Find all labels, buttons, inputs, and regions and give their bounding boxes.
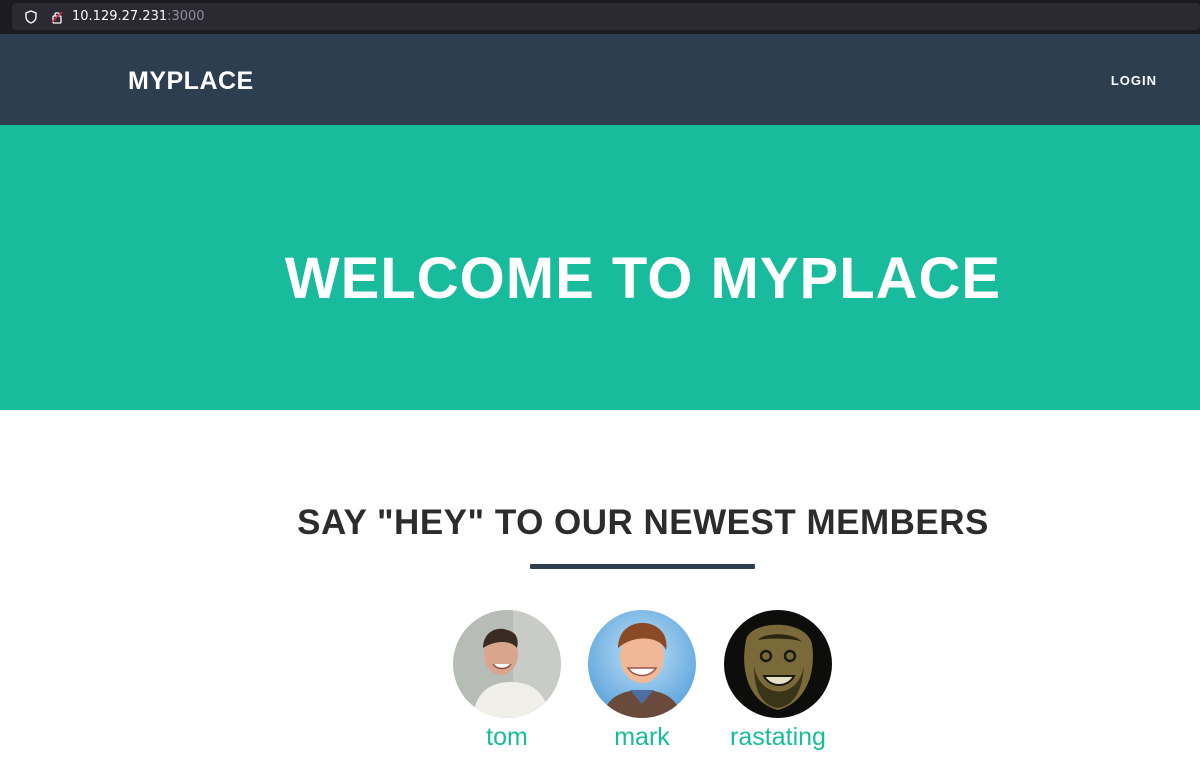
url-port: :3000	[167, 9, 205, 24]
login-link[interactable]: LOGIN	[1111, 73, 1157, 89]
members-section-title: SAY "HEY" TO OUR NEWEST MEMBERS	[297, 503, 989, 542]
member-name[interactable]: mark	[572, 722, 712, 752]
member-name[interactable]: tom	[437, 722, 577, 752]
shield-icon[interactable]	[24, 10, 38, 24]
member-name[interactable]: rastating	[708, 722, 848, 752]
brand-logo[interactable]: MYPLACE	[128, 67, 254, 95]
member-card-mark[interactable]: mark	[572, 610, 712, 752]
member-card-rastating[interactable]: rastating	[708, 610, 848, 752]
url-host: 10.129.27.231	[72, 9, 168, 24]
hero-title: WELCOME TO MYPLACE	[284, 246, 1002, 311]
site-navbar: MYPLACE LOGIN	[0, 34, 1200, 125]
section-divider	[530, 564, 755, 569]
browser-toolbar: 10.129.27.231:3000	[0, 0, 1200, 34]
avatar[interactable]	[453, 610, 561, 718]
member-card-tom[interactable]: tom	[437, 610, 577, 752]
url-text[interactable]: 10.129.27.231:3000	[72, 8, 205, 25]
avatar[interactable]	[588, 610, 696, 718]
address-bar[interactable]: 10.129.27.231:3000	[12, 3, 1200, 30]
hero-banner: WELCOME TO MYPLACE	[0, 125, 1200, 410]
lock-icon[interactable]	[50, 10, 64, 24]
avatar[interactable]	[724, 610, 832, 718]
